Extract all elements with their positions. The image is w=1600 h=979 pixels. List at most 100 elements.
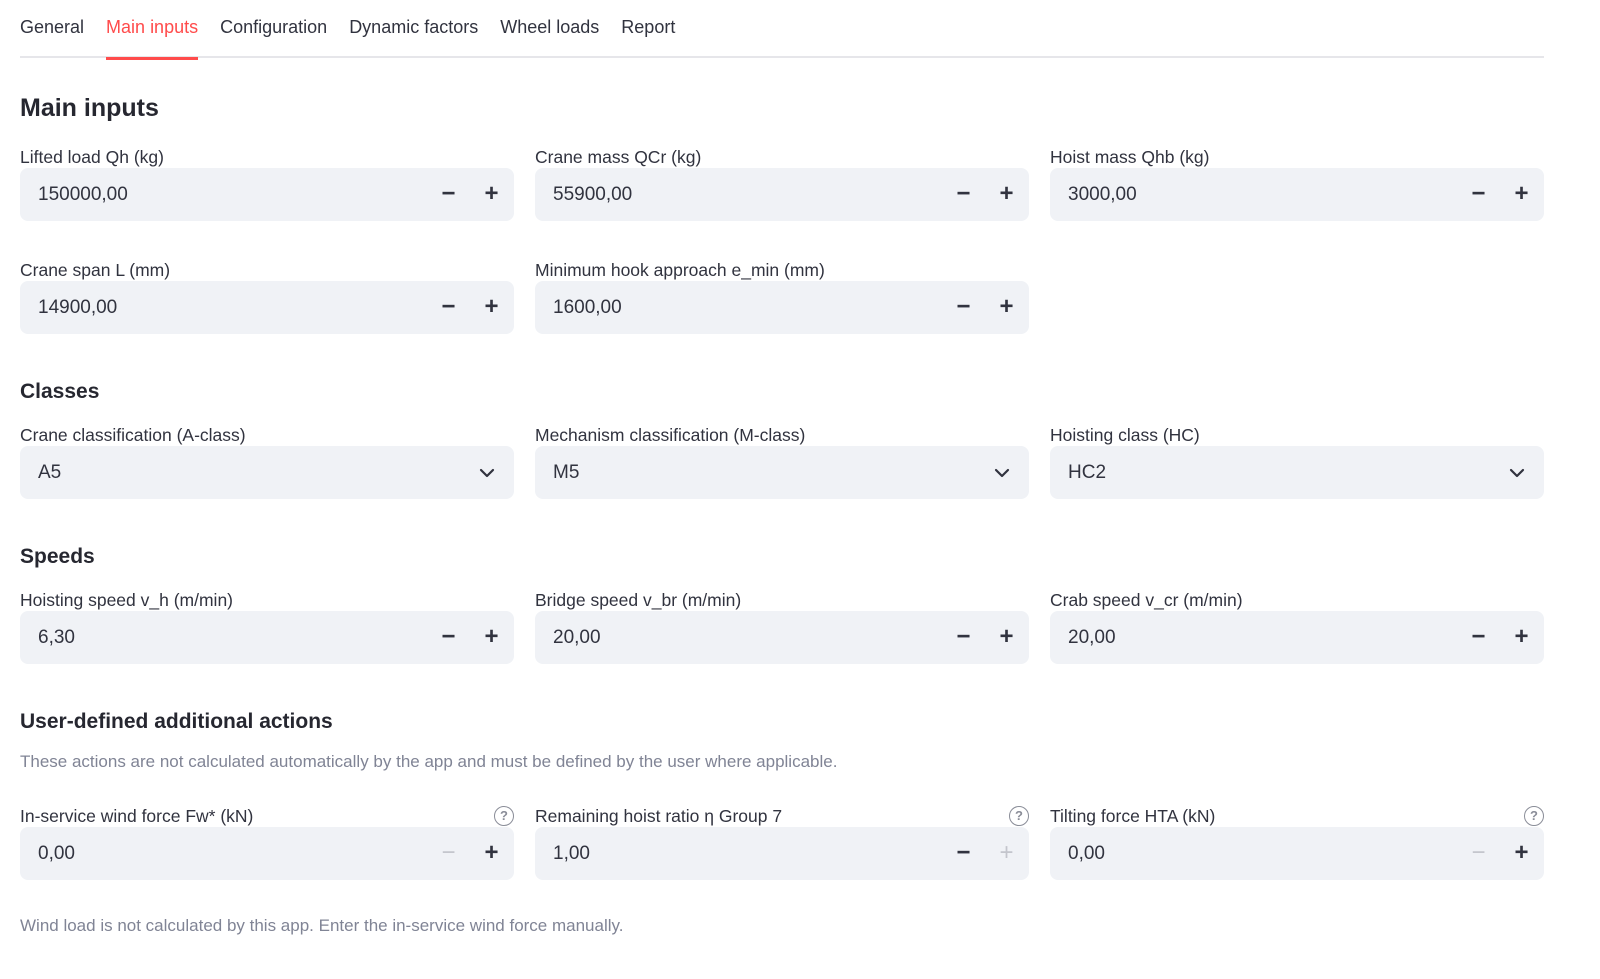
crane-span-decrement-button[interactable]: − — [427, 281, 470, 334]
tilting-force-decrement-button[interactable]: − — [1457, 827, 1500, 880]
wind-force-field: In-service wind force Fw* (kN) ? 0,00 − … — [20, 804, 514, 880]
hoist-ratio-label: Remaining hoist ratio η Group 7 ? — [535, 804, 1029, 828]
crab-speed-value: 20,00 — [1068, 627, 1116, 648]
wind-force-label: In-service wind force Fw* (kN) ? — [20, 804, 514, 828]
tab-wheel-loads[interactable]: Wheel loads — [500, 0, 599, 58]
hoist-ratio-field: Remaining hoist ratio η Group 7 ? 1,00 −… — [535, 804, 1029, 880]
crane-mass-decrement-button[interactable]: − — [942, 168, 985, 221]
classes-heading: Classes — [20, 380, 100, 403]
hoisting-class-select[interactable]: HC2 — [1050, 446, 1544, 499]
mechanism-class-value: M5 — [553, 462, 580, 483]
crane-span-label: Crane span L (mm) — [20, 260, 171, 280]
crab-speed-field: Crab speed v_cr (m/min) 20,00 − + — [1050, 588, 1544, 664]
hoist-mass-value: 3000,00 — [1068, 184, 1137, 205]
help-icon[interactable]: ? — [494, 806, 514, 826]
chevron-down-icon[interactable] — [1508, 464, 1526, 482]
hoist-ratio-decrement-button[interactable]: − — [942, 827, 985, 880]
hoisting-class-field: Hoisting class (HC) HC2 — [1050, 423, 1544, 499]
crane-mass-increment-button[interactable]: + — [985, 168, 1028, 221]
crane-class-field: Crane classification (A-class) A5 — [20, 423, 514, 499]
wind-force-decrement-button[interactable]: − — [427, 827, 470, 880]
mechanism-class-label: Mechanism classification (M-class) — [535, 425, 806, 445]
actions-heading: User-defined additional actions — [20, 710, 333, 733]
hoisting-speed-label: Hoisting speed v_h (m/min) — [20, 590, 233, 610]
tab-report[interactable]: Report — [621, 0, 675, 58]
hook-approach-label: Minimum hook approach e_min (mm) — [535, 260, 825, 280]
lifted-load-decrement-button[interactable]: − — [427, 168, 470, 221]
crab-speed-increment-button[interactable]: + — [1500, 611, 1543, 664]
tab-configuration[interactable]: Configuration — [220, 0, 327, 58]
hoist-mass-input[interactable]: 3000,00 − + — [1050, 168, 1544, 221]
tab-general[interactable]: General — [20, 0, 84, 58]
lifted-load-label: Lifted load Qh (kg) — [20, 147, 164, 167]
help-icon[interactable]: ? — [1524, 806, 1544, 826]
crab-speed-label: Crab speed v_cr (m/min) — [1050, 590, 1243, 610]
crane-span-increment-button[interactable]: + — [470, 281, 513, 334]
hoisting-class-label: Hoisting class (HC) — [1050, 425, 1200, 445]
hoisting-speed-value: 6,30 — [38, 627, 75, 648]
hoist-ratio-value: 1,00 — [553, 843, 590, 864]
crane-class-select[interactable]: A5 — [20, 446, 514, 499]
crane-mass-label: Crane mass QCr (kg) — [535, 147, 702, 167]
hook-approach-increment-button[interactable]: + — [985, 281, 1028, 334]
hoisting-speed-decrement-button[interactable]: − — [427, 611, 470, 664]
mechanism-class-select[interactable]: M5 — [535, 446, 1029, 499]
tilting-force-label-text: Tilting force HTA (kN) — [1050, 806, 1216, 826]
bridge-speed-label: Bridge speed v_br (m/min) — [535, 590, 742, 610]
tilting-force-field: Tilting force HTA (kN) ? 0,00 − + — [1050, 804, 1544, 880]
wind-force-value: 0,00 — [38, 843, 75, 864]
lifted-load-value: 150000,00 — [38, 184, 128, 205]
lifted-load-input[interactable]: 150000,00 − + — [20, 168, 514, 221]
bridge-speed-input[interactable]: 20,00 − + — [535, 611, 1029, 664]
hoist-mass-decrement-button[interactable]: − — [1457, 168, 1500, 221]
chevron-down-icon[interactable] — [993, 464, 1011, 482]
hoist-ratio-label-text: Remaining hoist ratio η Group 7 — [535, 806, 783, 826]
wind-force-increment-button[interactable]: + — [470, 827, 513, 880]
speeds-heading: Speeds — [20, 545, 95, 568]
hoist-mass-field: Hoist mass Qhb (kg) 3000,00 − + — [1050, 145, 1544, 221]
bridge-speed-field: Bridge speed v_br (m/min) 20,00 − + — [535, 588, 1029, 664]
crane-span-field: Crane span L (mm) 14900,00 − + — [20, 258, 514, 334]
tilting-force-input[interactable]: 0,00 − + — [1050, 827, 1544, 880]
wind-footer-note: Wind load is not calculated by this app.… — [20, 916, 624, 935]
hook-approach-field: Minimum hook approach e_min (mm) 1600,00… — [535, 258, 1029, 334]
lifted-load-field: Lifted load Qh (kg) 150000,00 − + — [20, 145, 514, 221]
chevron-down-icon[interactable] — [478, 464, 496, 482]
crane-mass-field: Crane mass QCr (kg) 55900,00 − + — [535, 145, 1029, 221]
lifted-load-increment-button[interactable]: + — [470, 168, 513, 221]
tilting-force-increment-button[interactable]: + — [1500, 827, 1543, 880]
hoisting-speed-input[interactable]: 6,30 − + — [20, 611, 514, 664]
actions-caption: These actions are not calculated automat… — [20, 752, 838, 771]
wind-force-input[interactable]: 0,00 − + — [20, 827, 514, 880]
bridge-speed-value: 20,00 — [553, 627, 601, 648]
bridge-speed-increment-button[interactable]: + — [985, 611, 1028, 664]
tab-main-inputs[interactable]: Main inputs — [106, 0, 199, 60]
hoisting-speed-increment-button[interactable]: + — [470, 611, 513, 664]
crab-speed-input[interactable]: 20,00 − + — [1050, 611, 1544, 664]
crane-class-value: A5 — [38, 462, 62, 483]
crane-mass-input[interactable]: 55900,00 − + — [535, 168, 1029, 221]
hoist-mass-increment-button[interactable]: + — [1500, 168, 1543, 221]
help-icon[interactable]: ? — [1009, 806, 1029, 826]
mechanism-class-field: Mechanism classification (M-class) M5 — [535, 423, 1029, 499]
hook-approach-input[interactable]: 1600,00 − + — [535, 281, 1029, 334]
crab-speed-decrement-button[interactable]: − — [1457, 611, 1500, 664]
wind-force-label-text: In-service wind force Fw* (kN) — [20, 806, 254, 826]
tilting-force-value: 0,00 — [1068, 843, 1105, 864]
hook-approach-decrement-button[interactable]: − — [942, 281, 985, 334]
hook-approach-value: 1600,00 — [553, 297, 622, 318]
bridge-speed-decrement-button[interactable]: − — [942, 611, 985, 664]
hoisting-speed-field: Hoisting speed v_h (m/min) 6,30 − + — [20, 588, 514, 664]
hoist-mass-label: Hoist mass Qhb (kg) — [1050, 147, 1210, 167]
tilting-force-label: Tilting force HTA (kN) ? — [1050, 804, 1544, 828]
hoisting-class-value: HC2 — [1068, 462, 1107, 483]
page-title: Main inputs — [20, 94, 159, 122]
crane-span-value: 14900,00 — [38, 297, 118, 318]
tab-bar: General Main inputs Configuration Dynami… — [20, 0, 1544, 60]
hoist-ratio-increment-button[interactable]: + — [985, 827, 1028, 880]
crane-mass-value: 55900,00 — [553, 184, 633, 205]
crane-class-label: Crane classification (A-class) — [20, 425, 246, 445]
hoist-ratio-input[interactable]: 1,00 − + — [535, 827, 1029, 880]
tab-dynamic-factors[interactable]: Dynamic factors — [349, 0, 478, 58]
crane-span-input[interactable]: 14900,00 − + — [20, 281, 514, 334]
